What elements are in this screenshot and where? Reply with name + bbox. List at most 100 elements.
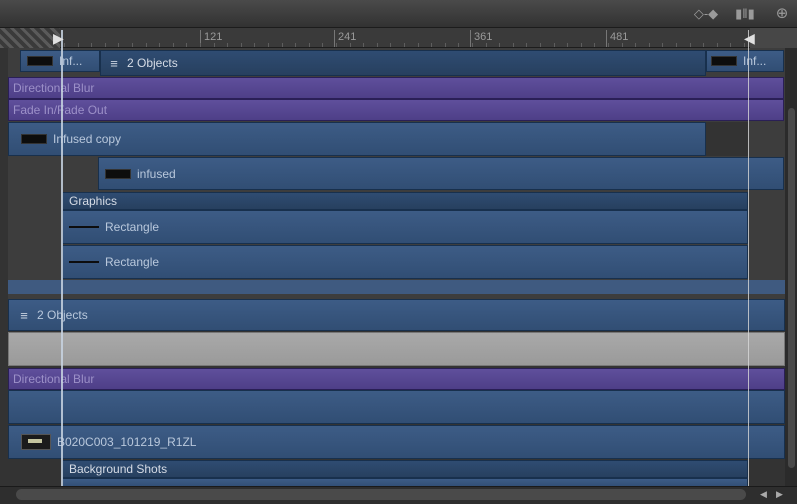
filter-label: Directional Blur [13,81,95,95]
vertical-scroll-thumb[interactable] [788,108,795,468]
ruler-minor-tick [295,43,296,47]
group-icon: ≡ [110,55,118,71]
playhead-line[interactable] [61,30,63,488]
shape-thumbnail [69,226,99,228]
ruler-minor-tick [214,43,215,47]
clip-thumbnail [105,168,131,179]
clip-infused[interactable]: infused [98,157,784,190]
ruler-minor-tick [581,43,582,47]
filter-directional-blur[interactable]: Directional Blur [8,77,784,99]
ruler-minor-tick [159,43,160,47]
ruler-tick [470,30,471,47]
ruler-label: 121 [204,31,223,43]
empty-lane [706,122,748,156]
out-point-line [748,30,749,486]
ruler-outside-range [0,28,60,48]
clip-inf-left[interactable]: Inf... [20,50,100,72]
empty-clip-lane [8,390,785,424]
ruler-out-range [750,28,797,48]
group-2-objects[interactable]: ≡ 2 Objects [100,50,706,76]
group-graphics[interactable]: Graphics [62,192,748,210]
clip-video[interactable]: B020C003_101219_R1ZL [8,425,785,459]
ruler-minor-tick [132,43,133,47]
ruler-minor-tick [268,43,269,47]
zoom-icon[interactable]: ⊕ [772,6,792,22]
ruler-minor-tick [730,43,731,47]
group-2-objects[interactable]: ≡ 2 Objects [8,299,785,331]
group-icon: ≡ [20,307,28,323]
ruler-minor-tick [676,43,677,47]
timeline-ruler[interactable]: 121 241 361 481 601 [0,28,797,48]
film-icon [21,434,51,450]
ruler-minor-tick [186,43,187,47]
group-background-shots[interactable]: Background Shots [62,460,748,478]
ruler-minor-tick [64,43,65,47]
ruler-minor-tick [499,43,500,47]
ruler-minor-tick [322,43,323,47]
ruler-minor-tick [608,43,609,47]
ruler-minor-tick [486,43,487,47]
ruler-minor-tick [105,43,106,47]
ruler-minor-tick [309,43,310,47]
clip-label: Inf... [743,54,767,68]
ruler-minor-tick [445,43,446,47]
ruler-minor-tick [554,43,555,47]
ruler-minor-tick [336,43,337,47]
in-point-marker-icon[interactable]: ▶ [53,30,64,46]
ruler-minor-tick [146,43,147,47]
snap-icon[interactable]: ▮‖▮ [730,6,760,22]
keyframe-icon[interactable]: ◇-◆ [688,6,724,22]
ruler-minor-tick [567,43,568,47]
layer-label: Rectangle [105,220,160,234]
ruler-minor-tick [390,43,391,47]
clip-infused-copy[interactable]: Infused copy [8,122,706,156]
out-point-marker-icon[interactable]: ◀ [744,30,755,46]
ruler-minor-tick [254,43,255,47]
ruler-minor-tick [91,43,92,47]
horizontal-scroll-thumb[interactable] [16,489,746,500]
layer-rectangle[interactable]: Rectangle [62,245,748,279]
timeline-toolbar: ◇-◆ ▮‖▮ ⊕ [0,0,797,28]
ruler-minor-tick [418,43,419,47]
ruler-minor-tick [540,43,541,47]
layer-rectangle[interactable]: Rectangle [62,210,748,244]
group-label: Background Shots [69,462,168,476]
ruler-minor-tick [526,43,527,47]
group-label: 2 Objects [127,56,178,70]
ruler-minor-tick [377,43,378,47]
ruler-minor-tick [118,43,119,47]
clip-partial[interactable] [62,478,748,486]
group-label: Graphics [69,194,118,208]
ruler-minor-tick [78,43,79,47]
scroll-left-icon[interactable]: ◀ [760,489,767,500]
ruler-minor-tick [662,43,663,47]
ruler-minor-tick [458,43,459,47]
ruler-minor-tick [690,43,691,47]
layer-label: Rectangle [105,255,160,269]
filter-label: Directional Blur [13,372,95,386]
ruler-minor-tick [350,43,351,47]
behavior-fade-in-out[interactable]: Fade In/Fade Out [8,99,784,121]
ruler-minor-tick [404,43,405,47]
clip-thumbnail [711,56,737,66]
ruler-minor-tick [649,43,650,47]
ruler-minor-tick [227,43,228,47]
scroll-right-icon[interactable]: ▶ [776,489,783,500]
ruler-minor-tick [513,43,514,47]
filter-directional-blur[interactable]: Directional Blur [8,368,785,390]
ruler-minor-tick [594,43,595,47]
ruler-minor-tick [431,43,432,47]
shape-thumbnail [69,261,99,263]
ruler-label: 361 [474,31,493,43]
timeline-tracks: Inf... ≡ 2 Objects Inf... Directional Blu… [0,48,797,486]
clip-label: Infused copy [53,132,122,146]
clip-label: B020C003_101219_R1ZL [57,435,197,449]
ruler-tick [334,30,335,47]
clip-inf-right[interactable]: Inf... [706,50,784,72]
ruler-minor-tick [635,43,636,47]
ruler-minor-tick [472,43,473,47]
ruler-minor-tick [703,43,704,47]
ruler-tick [606,30,607,47]
ruler-minor-tick [717,43,718,47]
ruler-label: 241 [338,31,357,43]
